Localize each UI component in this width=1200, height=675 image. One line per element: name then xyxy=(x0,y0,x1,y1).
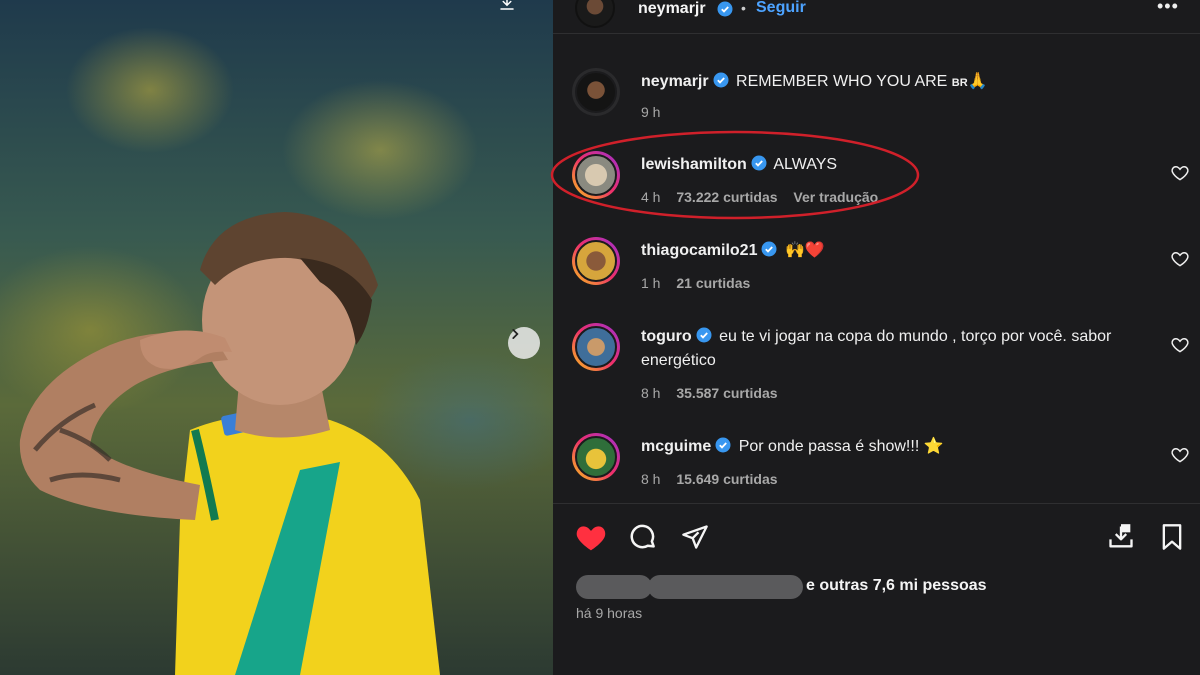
header-separator: • xyxy=(741,0,746,16)
comment-avatar[interactable] xyxy=(572,433,620,481)
author-avatar[interactable] xyxy=(575,0,615,28)
comment-avatar[interactable] xyxy=(572,237,620,285)
verified-badge-icon xyxy=(715,437,731,453)
comment-meta: 4 h 73.222 curtidas Ver tradução xyxy=(641,189,890,205)
bookmark-icon xyxy=(1162,524,1182,550)
post-time-ago: há 9 horas xyxy=(576,605,643,621)
player-illustration xyxy=(19,212,440,675)
like-button[interactable] xyxy=(573,519,609,555)
verified-badge-icon xyxy=(717,1,733,17)
comment-time: 8 h xyxy=(641,385,661,401)
comment-text-block: lewishamilton ALWAYS xyxy=(641,153,1141,177)
download-icon xyxy=(1109,524,1133,548)
comment-likes[interactable]: 73.222 curtidas xyxy=(676,189,777,205)
post-photo xyxy=(0,0,553,675)
see-translation-link[interactable]: Ver tradução xyxy=(793,189,878,205)
comment-time: 4 h xyxy=(641,189,661,205)
caption-time: 9 h xyxy=(641,104,661,120)
share-button[interactable] xyxy=(677,519,713,555)
comment-time: 1 h xyxy=(641,275,661,291)
comment-likes[interactable]: 15.649 curtidas xyxy=(676,471,777,487)
comment-avatar[interactable] xyxy=(572,151,620,199)
verified-badge-icon xyxy=(696,327,712,343)
comment-text: ALWAYS xyxy=(773,156,838,173)
photo-download-button[interactable] xyxy=(498,0,530,24)
caption-avatar[interactable] xyxy=(572,68,620,116)
blurred-username xyxy=(648,575,803,599)
caption-text: REMEMBER WHO YOU ARE xyxy=(736,73,948,90)
more-options-icon[interactable]: ••• xyxy=(1157,0,1183,16)
comment-time: 8 h xyxy=(641,471,661,487)
comment-likes[interactable]: 21 curtidas xyxy=(676,275,750,291)
download-icon xyxy=(500,0,514,10)
chevron-right-icon xyxy=(512,329,519,339)
caption-meta: 9 h xyxy=(641,104,672,120)
comment-meta: 8 h 15.649 curtidas xyxy=(641,471,790,487)
paper-plane-icon xyxy=(682,525,708,549)
likes-summary-text[interactable]: e outras 7,6 mi pessoas xyxy=(806,577,987,595)
comment-username[interactable]: toguro xyxy=(641,328,692,345)
heart-filled-icon xyxy=(576,526,606,551)
post-header: neymarjr • Seguir ••• xyxy=(553,0,1200,34)
actions-divider xyxy=(553,503,1200,504)
flag-label: BR xyxy=(951,77,968,89)
comment-text-block: mcguime Por onde passa é show!!! ⭐ xyxy=(641,435,1141,459)
heart-outline-icon[interactable] xyxy=(1170,445,1190,465)
bookmark-button[interactable] xyxy=(1154,519,1190,555)
caption-text-block: neymarjr REMEMBER WHO YOU ARE BR🙏 xyxy=(641,70,1141,95)
comment-bubble-icon xyxy=(630,524,655,549)
comment-text-block: thiagocamilo21 🙌❤️ xyxy=(641,239,1141,263)
heart-outline-icon[interactable] xyxy=(1170,163,1190,183)
author-username[interactable]: neymarjr xyxy=(638,0,706,18)
heart-outline-icon[interactable] xyxy=(1170,335,1190,355)
next-photo-button[interactable] xyxy=(508,327,540,359)
comment-text: Por onde passa é show!!! ⭐ xyxy=(738,438,944,455)
comment-text: 🙌❤️ xyxy=(784,242,825,259)
caption-emoji: 🙏 xyxy=(967,73,988,90)
verified-badge-icon xyxy=(751,155,767,171)
comment-username[interactable]: mcguime xyxy=(641,438,711,455)
post-side-panel: neymarjr • Seguir ••• neymarjr REMEMBER … xyxy=(550,0,1200,675)
caption-username[interactable]: neymarjr xyxy=(641,73,709,90)
blurred-username xyxy=(576,575,652,599)
comment-meta: 8 h 35.587 curtidas xyxy=(641,385,790,401)
verified-badge-icon xyxy=(761,241,777,257)
comment-button[interactable] xyxy=(625,519,661,555)
comment-avatar[interactable] xyxy=(572,323,620,371)
comment-username[interactable]: lewishamilton xyxy=(641,156,747,173)
verified-badge-icon xyxy=(713,72,729,88)
heart-outline-icon[interactable] xyxy=(1170,249,1190,269)
comment-likes[interactable]: 35.587 curtidas xyxy=(676,385,777,401)
comment-text-block: toguro eu te vi jogar na copa do mundo ,… xyxy=(641,325,1141,373)
comment-username[interactable]: thiagocamilo21 xyxy=(641,242,757,259)
comment-meta: 1 h 21 curtidas xyxy=(641,275,762,291)
follow-button[interactable]: Seguir xyxy=(756,0,806,17)
save-to-collection-button[interactable] xyxy=(1103,519,1139,555)
